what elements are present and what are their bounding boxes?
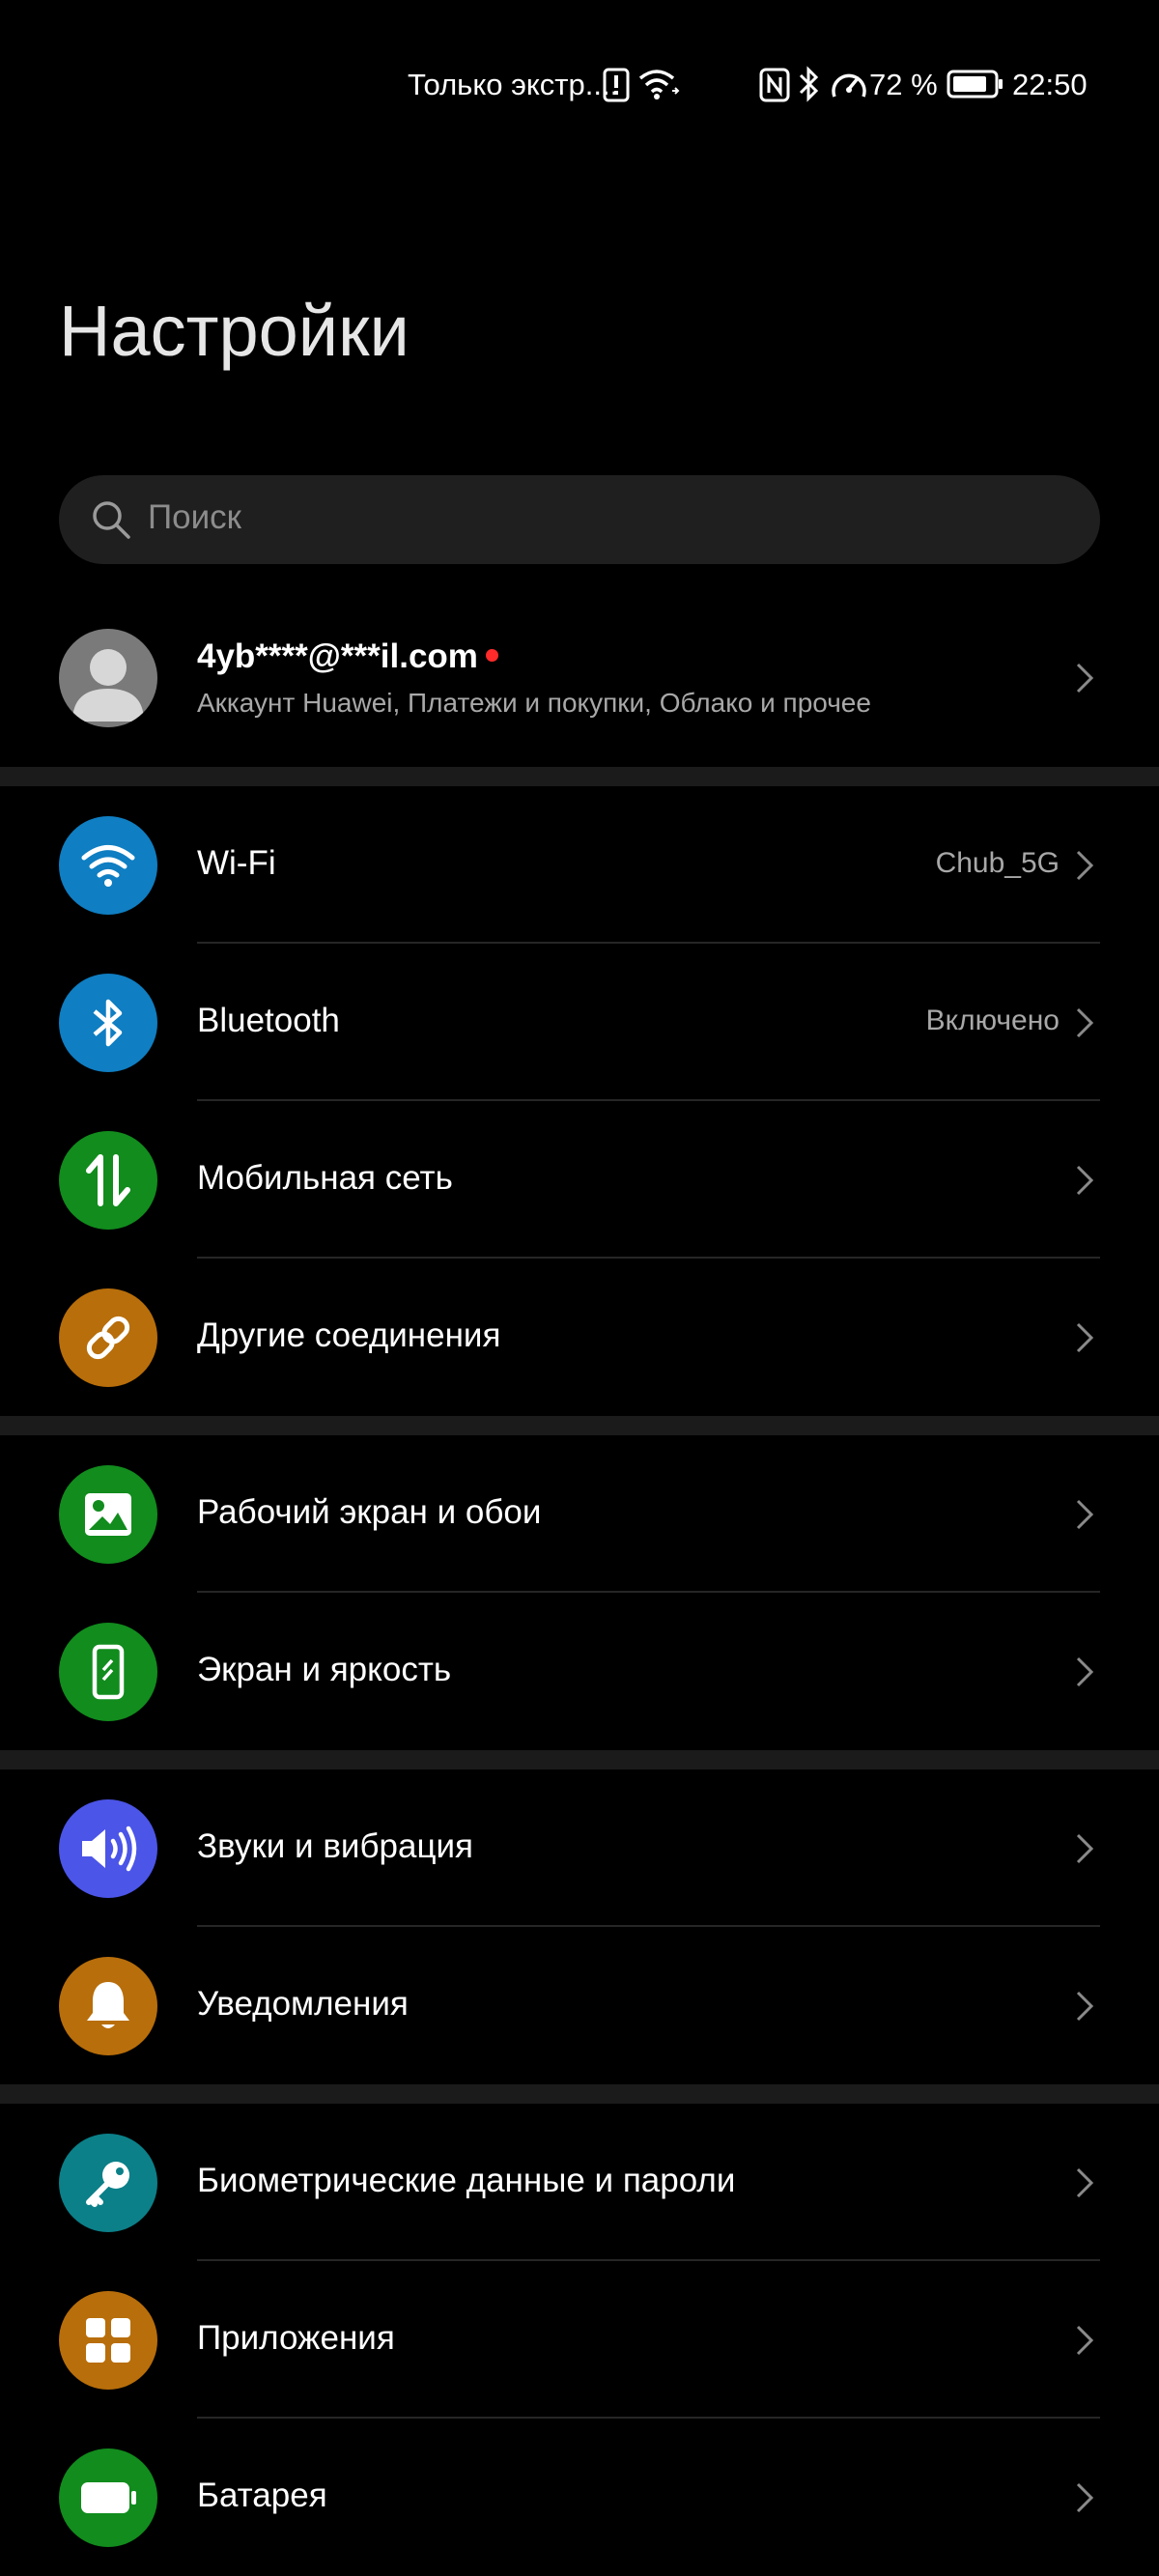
item-label: Bluetooth: [197, 1002, 340, 1039]
item-label: Другие соединения: [197, 1316, 501, 1354]
bluetooth-icon: [59, 974, 157, 1072]
item-value: Включено: [925, 1005, 1060, 1036]
battery-status-icon: [947, 70, 1004, 103]
section-separator: [0, 767, 1159, 786]
chevron-right-icon: [1074, 1005, 1095, 1045]
display-icon: [59, 1623, 157, 1721]
apps-icon: [59, 2291, 157, 2390]
chevron-right-icon: [1074, 1163, 1095, 1203]
account-subtitle: Аккаунт Huawei, Платежи и покупки, Облак…: [197, 688, 871, 718]
settings-item-display[interactable]: Экран и яркость: [0, 1593, 1159, 1750]
settings-item-biometrics[interactable]: Биометрические данные и пароли: [0, 2104, 1159, 2261]
item-label: Wi-Fi: [197, 844, 276, 882]
chevron-right-icon: [1074, 848, 1095, 888]
wifi-icon: [59, 816, 157, 915]
item-label: Батарея: [197, 2477, 327, 2514]
search-placeholder: Поиск: [148, 498, 241, 536]
nfc-icon: [759, 68, 790, 107]
item-label: Биометрические данные и пароли: [197, 2162, 736, 2199]
bluetooth-status-icon: [798, 66, 821, 107]
settings-item-bluetooth[interactable]: Bluetooth Включено: [0, 944, 1159, 1101]
item-label: Мобильная сеть: [197, 1159, 453, 1197]
section-separator: [0, 1416, 1159, 1435]
search-icon: [93, 501, 130, 539]
chevron-right-icon: [1074, 1831, 1095, 1871]
chevron-right-icon: [1074, 661, 1095, 700]
item-value: Chub_5G: [935, 847, 1060, 879]
settings-item-battery[interactable]: Батарея: [0, 2419, 1159, 2576]
chevron-right-icon: [1074, 2323, 1095, 2363]
settings-item-apps[interactable]: Приложения: [0, 2261, 1159, 2419]
page-title: Настройки: [59, 291, 410, 371]
search-input[interactable]: Поиск: [59, 475, 1100, 564]
settings-item-home-screen[interactable]: Рабочий экран и обои: [0, 1435, 1159, 1593]
bell-icon: [59, 1957, 157, 2055]
battery-percent: 72 %: [869, 68, 938, 101]
item-label: Звуки и вибрация: [197, 1827, 473, 1865]
account-row[interactable]: 4yb****@***il.com Аккаунт Huawei, Платеж…: [0, 618, 1159, 763]
settings-item-mobile-network[interactable]: Мобильная сеть: [0, 1101, 1159, 1259]
item-label: Уведомления: [197, 1985, 409, 2023]
alert-sim-icon: [603, 68, 630, 107]
speedometer-icon: [829, 66, 869, 107]
battery-icon: [59, 2449, 157, 2547]
chevron-right-icon: [1074, 1655, 1095, 1694]
clock: 22:50: [1012, 68, 1088, 101]
settings-item-other-connections[interactable]: Другие соединения: [0, 1259, 1159, 1416]
chevron-right-icon: [1074, 2166, 1095, 2205]
section-separator: [0, 1750, 1159, 1769]
wifi-status-icon: [637, 68, 680, 105]
notification-dot: [485, 649, 498, 663]
status-bar: Только экстр.... 72 % 22:50: [0, 0, 1159, 170]
chevron-right-icon: [1074, 1497, 1095, 1537]
chevron-right-icon: [1074, 1320, 1095, 1360]
item-label: Экран и яркость: [197, 1651, 452, 1688]
sound-icon: [59, 1799, 157, 1898]
item-label: Рабочий экран и обои: [197, 1493, 542, 1531]
item-label: Приложения: [197, 2319, 395, 2357]
chevron-right-icon: [1074, 2480, 1095, 2520]
carrier-text: Только экстр....: [408, 68, 619, 101]
settings-item-sounds[interactable]: Звуки и вибрация: [0, 1769, 1159, 1927]
chevron-right-icon: [1074, 1989, 1095, 2028]
section-separator: [0, 2084, 1159, 2104]
account-email: 4yb****@***il.com: [197, 637, 498, 676]
wallpaper-icon: [59, 1465, 157, 1564]
settings-item-wifi[interactable]: Wi-Fi Chub_5G: [0, 786, 1159, 944]
link-icon: [59, 1288, 157, 1387]
mobile-data-icon: [59, 1131, 157, 1230]
user-icon: [72, 649, 144, 722]
key-icon: [59, 2134, 157, 2232]
settings-item-notifications[interactable]: Уведомления: [0, 1927, 1159, 2084]
avatar: [59, 629, 157, 727]
